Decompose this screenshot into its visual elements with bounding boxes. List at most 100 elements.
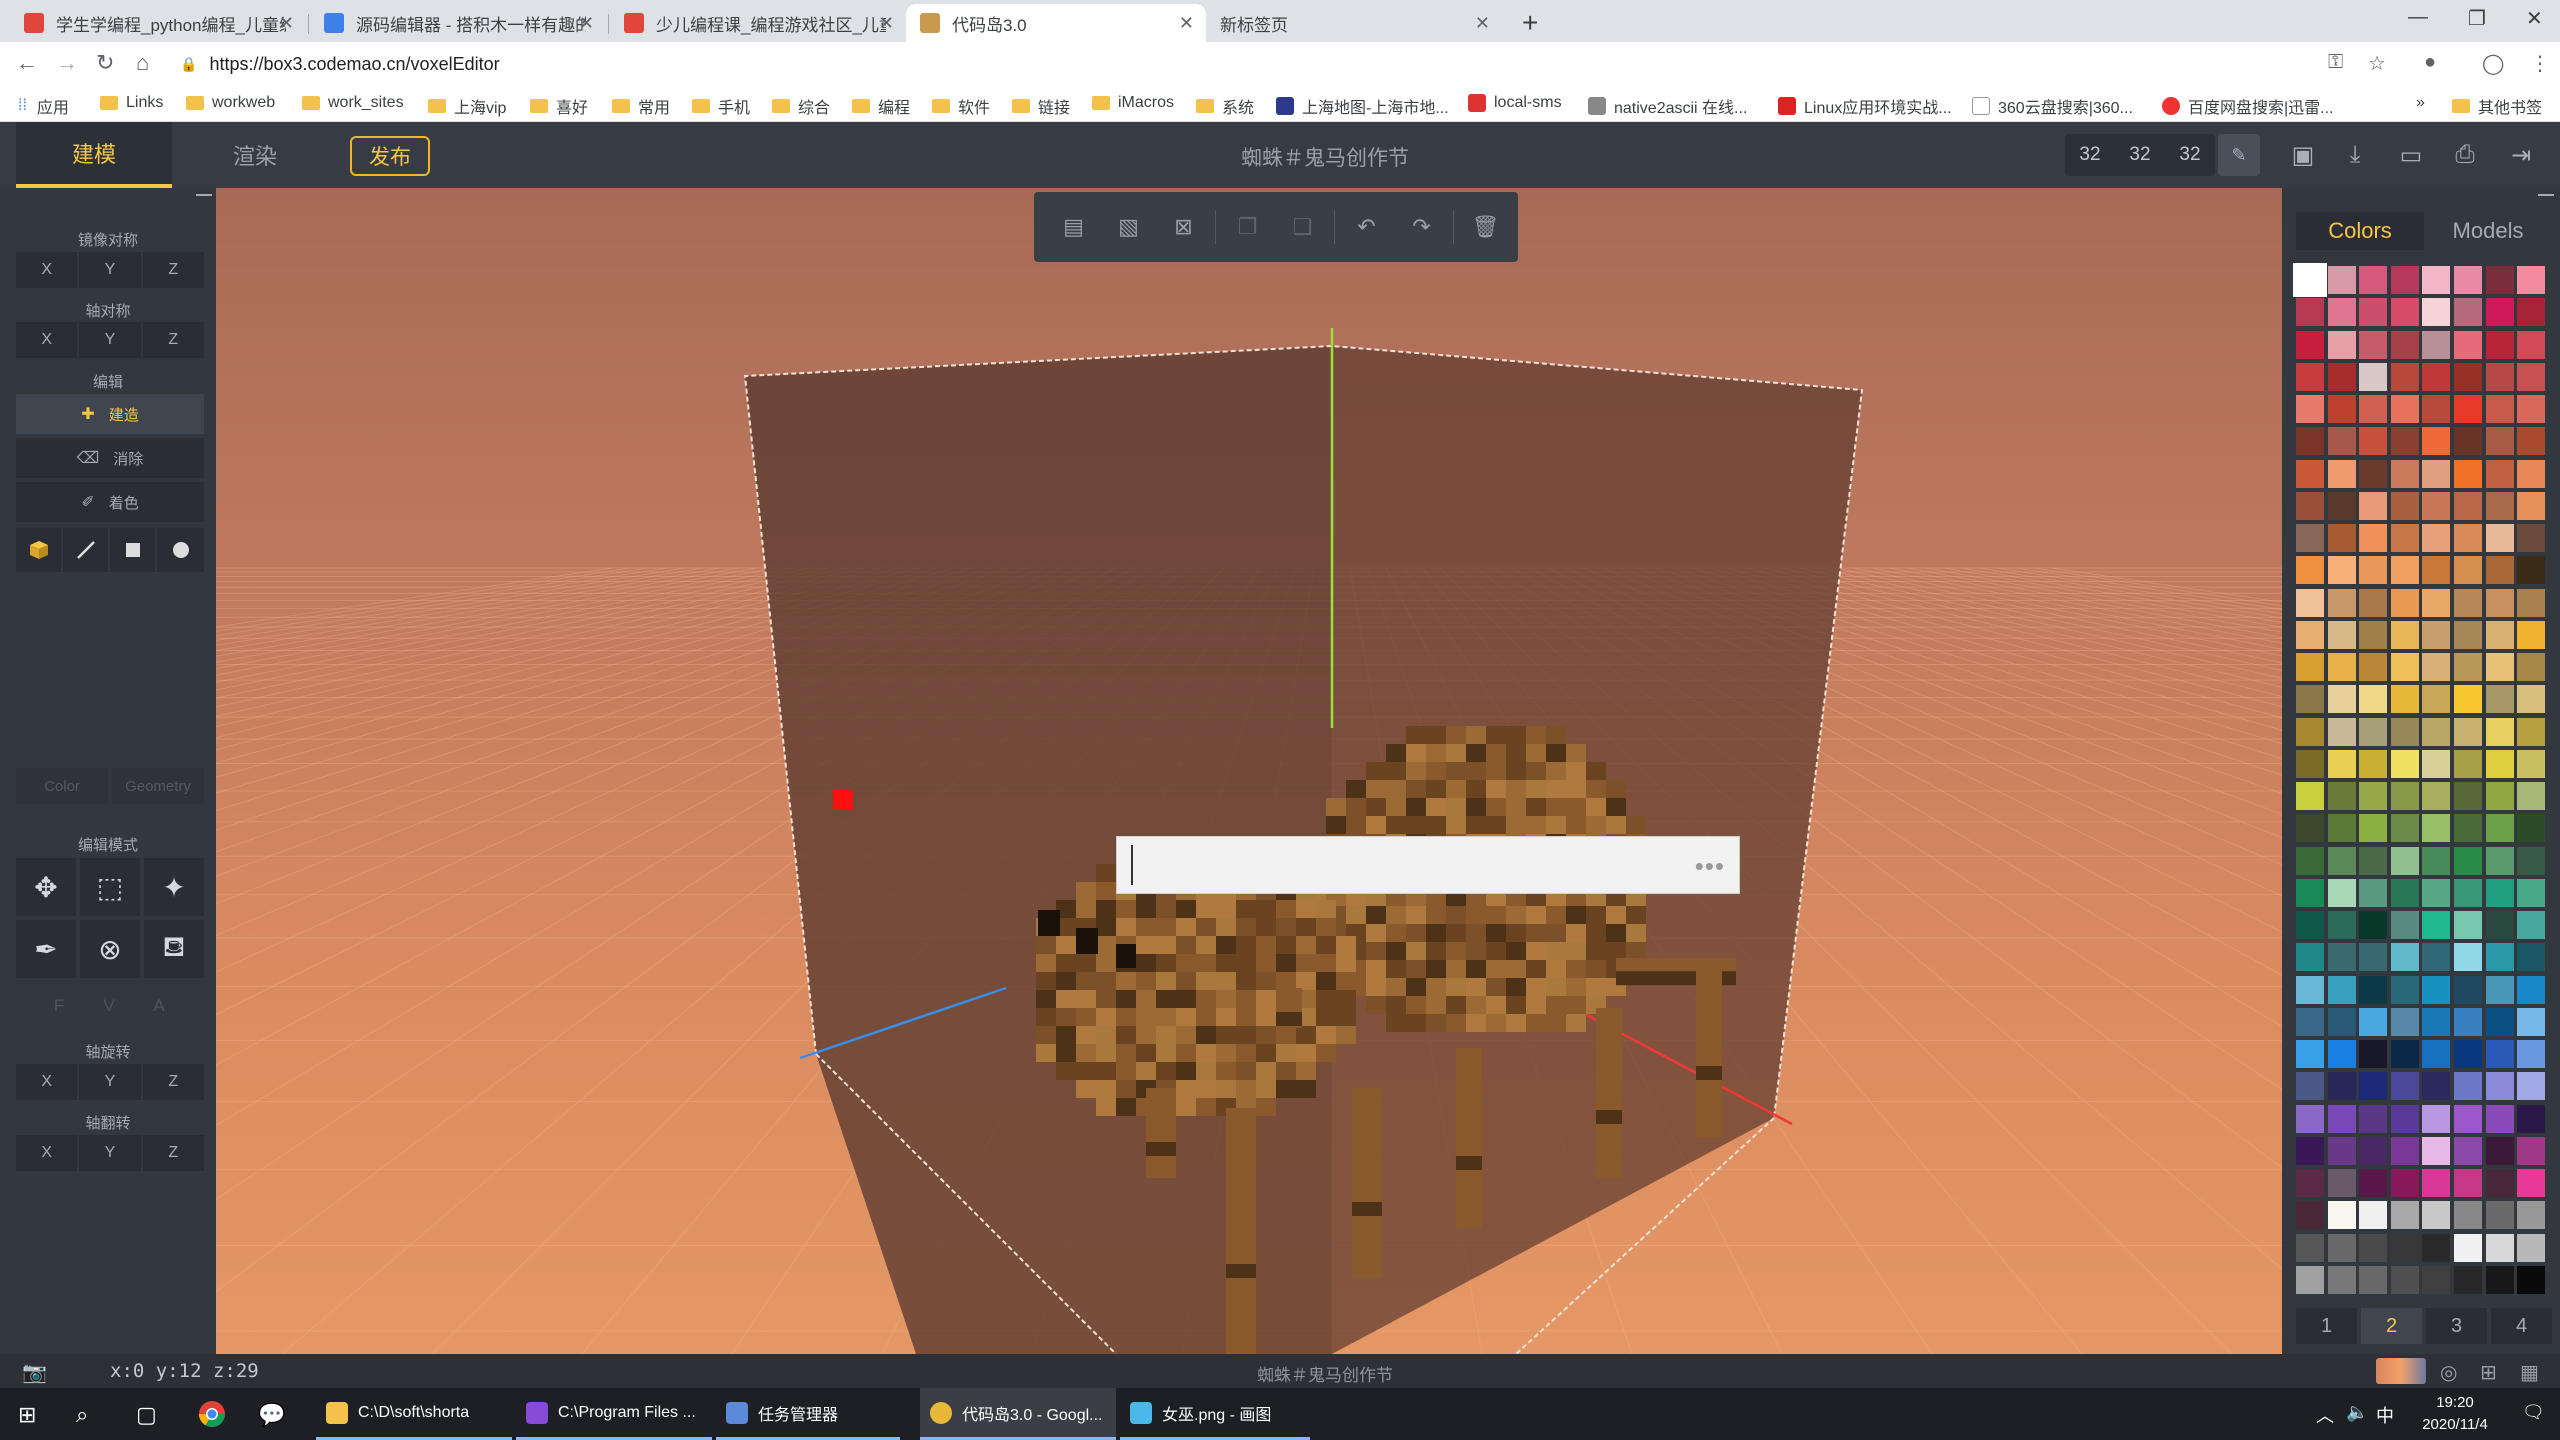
rotate-y-button[interactable]: Y [79,1064,141,1100]
color-swatch[interactable] [2454,846,2482,875]
home-icon[interactable]: ⌂ [136,50,149,76]
color-swatch[interactable] [2327,459,2356,488]
color-swatch[interactable] [2327,427,2356,456]
color-swatch[interactable] [2454,1169,2482,1197]
color-swatch[interactable] [2485,427,2514,456]
color-swatch[interactable] [2327,395,2356,423]
color-swatch[interactable] [2422,1040,2451,1068]
color-swatch[interactable] [2422,491,2451,520]
color-swatch[interactable] [2359,1072,2388,1101]
color-swatch[interactable] [2454,459,2482,488]
color-swatch[interactable] [2454,749,2482,778]
color-swatch[interactable] [2296,685,2324,714]
browser-tab-active[interactable]: 代码岛3.0 ✕ [906,4,1206,42]
redo-icon[interactable]: ↷ [1394,207,1449,247]
tab-build[interactable]: 建模 [16,122,172,188]
color-swatch[interactable] [2296,588,2324,617]
tab-models[interactable]: Models [2424,212,2552,250]
cut-icon[interactable]: ⊠ [1156,207,1211,247]
search-icon[interactable]: ⌕ [76,1402,88,1428]
color-swatch[interactable] [2327,556,2356,585]
color-swatch[interactable] [2422,1201,2451,1230]
color-swatch[interactable] [2422,1072,2451,1101]
color-swatch[interactable] [2327,814,2356,843]
color-swatch[interactable] [2390,330,2419,359]
color-swatch[interactable] [2517,588,2546,617]
color-swatch[interactable] [2359,846,2388,875]
color-swatch[interactable] [2359,362,2388,391]
color-swatch[interactable] [2390,814,2419,843]
color-swatch[interactable] [2390,524,2419,552]
color-swatch[interactable] [2296,1201,2324,1230]
bookmark-folder[interactable]: 喜好 [530,94,588,118]
color-swatch[interactable] [2296,330,2324,359]
close-tab-icon[interactable]: ✕ [579,13,594,34]
orbit-icon[interactable]: ◎ [2440,1360,2457,1385]
color-swatch[interactable] [2485,459,2514,488]
camera-icon[interactable]: 📷 [22,1360,47,1385]
color-swatch[interactable] [2296,298,2324,327]
color-swatch[interactable] [2390,782,2419,810]
color-swatch[interactable] [2485,1136,2514,1165]
color-swatch[interactable] [2454,685,2482,714]
color-swatch[interactable] [2485,685,2514,714]
color-swatch[interactable] [2296,620,2324,649]
color-swatch[interactable] [2359,1233,2388,1262]
color-swatch[interactable] [2327,1265,2356,1294]
color-swatch[interactable] [2485,975,2514,1004]
color-swatch[interactable] [2359,1040,2388,1068]
color-swatch[interactable] [2485,298,2514,327]
color-swatch[interactable] [2485,491,2514,520]
color-swatch[interactable] [2296,782,2324,810]
color-swatch[interactable] [2296,362,2324,391]
forward-icon[interactable]: → [56,50,78,76]
back-icon[interactable]: ← [16,50,38,76]
color-swatch[interactable] [2485,1265,2514,1294]
color-swatch[interactable] [2327,298,2356,327]
undo-icon[interactable]: ↶ [1339,207,1394,247]
color-swatch[interactable] [2485,1072,2514,1101]
color-swatch[interactable] [2359,943,2388,972]
color-swatch[interactable] [2517,846,2546,875]
color-swatch[interactable] [2454,266,2482,294]
rotate-x-button[interactable]: X [16,1064,78,1100]
bookmark-folder[interactable]: 系统 [1196,94,1254,118]
color-swatch[interactable] [2327,878,2356,907]
color-swatch[interactable] [2422,749,2451,778]
bookmark-folder[interactable]: Links [100,94,163,112]
3d-viewport[interactable]: ▤ ▧ ⊠ ❐ ❏ ↶ ↷ 🗑 ••• [216,188,2282,1354]
color-swatch[interactable] [2327,1136,2356,1165]
grid-icon[interactable]: ⊞ [2480,1360,2497,1385]
color-swatch[interactable] [2359,588,2388,617]
color-swatch[interactable] [2454,1201,2482,1230]
color-swatch[interactable] [2390,620,2419,649]
color-swatch[interactable] [2359,1169,2388,1197]
color-swatch[interactable] [2485,717,2514,746]
erase-button[interactable]: ⌫ 消除 [16,438,204,478]
color-swatch[interactable] [2485,362,2514,391]
color-swatch[interactable] [2359,298,2388,327]
color-swatch[interactable] [2454,298,2482,327]
color-swatch[interactable] [2296,814,2324,843]
bookmark-folder[interactable]: work_sites [302,94,404,112]
color-swatch[interactable] [2296,878,2324,907]
color-swatch[interactable] [2454,1072,2482,1101]
bookmark-folder[interactable]: workweb [186,94,275,112]
color-swatch[interactable] [2390,491,2419,520]
color-swatch[interactable] [2485,878,2514,907]
color-swatch[interactable] [2359,395,2388,423]
color-swatch[interactable] [2327,685,2356,714]
color-swatch[interactable] [2296,653,2324,681]
color-swatch[interactable] [2390,653,2419,681]
magic-wand-button[interactable]: ✦ [144,858,204,916]
color-swatch[interactable] [2454,588,2482,617]
color-swatch[interactable] [2485,782,2514,810]
address-bar[interactable]: 🔒 https://box3.codemao.cn/voxelEditor [180,48,2360,80]
color-swatch[interactable] [2517,975,2546,1004]
notification-icon[interactable]: 🗨 [2522,1402,2545,1423]
color-swatch[interactable] [2454,1104,2482,1133]
bookmark-site[interactable]: 上海地图-上海市地... [1276,94,1449,118]
color-swatch[interactable] [2485,556,2514,585]
color-swatch[interactable] [2422,878,2451,907]
collapse-icon[interactable] [196,194,212,196]
